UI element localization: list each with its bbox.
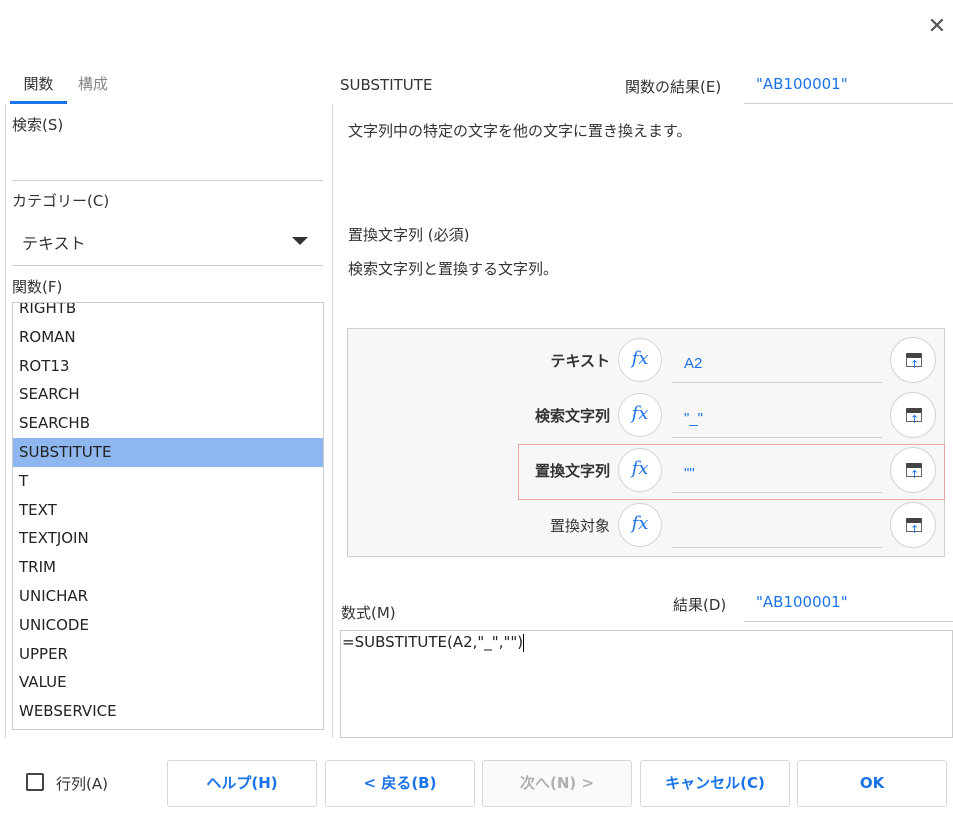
result-label: 結果(D) — [673, 596, 727, 614]
function-list-item[interactable]: SEARCH — [13, 380, 323, 409]
help-button[interactable]: ヘルプ(H) — [167, 760, 317, 807]
ok-button[interactable]: OK — [797, 760, 947, 807]
fx-icon: fx — [631, 513, 649, 534]
function-list-item[interactable]: ROMAN — [13, 323, 323, 352]
up-arrow-icon: ↑ — [910, 358, 920, 371]
formula-text: =SUBSTITUTE(A2,"_","") — [342, 633, 524, 651]
function-list-item[interactable]: UPPER — [13, 640, 323, 669]
argument-label: 置換対象 — [549, 517, 610, 535]
category-dropdown[interactable]: テキスト — [12, 220, 323, 266]
tab-functions[interactable]: 関数 — [10, 72, 67, 104]
function-wizard-button[interactable]: fx — [618, 503, 662, 547]
array-checkbox[interactable] — [26, 773, 44, 791]
tab-structure[interactable]: 構成 — [78, 72, 108, 104]
function-name: SUBSTITUTE — [340, 76, 433, 94]
argument-input[interactable] — [672, 455, 882, 493]
argument-input[interactable] — [672, 510, 882, 548]
result-value: "AB100001" — [744, 584, 953, 622]
shrink-dialog-button[interactable]: ↑ — [890, 392, 936, 438]
shrink-dialog-button[interactable]: ↑ — [890, 447, 936, 493]
function-list-item[interactable]: SEARCHB — [13, 409, 323, 438]
formula-label: 数式(M) — [341, 604, 396, 622]
function-result-value: "AB100001" — [744, 66, 953, 104]
shrink-dialog-button[interactable]: ↑ — [890, 502, 936, 548]
function-wizard-button[interactable]: fx — [618, 393, 662, 437]
function-list-item[interactable]: T — [13, 467, 323, 496]
parameter-description: 検索文字列と置換する文字列。 — [348, 260, 559, 278]
next-button[interactable]: 次へ(N) > — [482, 760, 632, 807]
parameter-name: 置換文字列 (必須) — [348, 226, 470, 244]
function-list-item[interactable]: RIGHTB — [13, 303, 323, 323]
function-wizard-button[interactable]: fx — [618, 338, 662, 382]
fx-icon: fx — [631, 348, 649, 369]
text-caret — [523, 633, 525, 652]
function-description: 文字列中の特定の文字を他の文字に置き換えます。 — [348, 122, 692, 140]
function-wizard-button[interactable]: fx — [618, 448, 662, 492]
formula-textarea[interactable]: =SUBSTITUTE(A2,"_","") — [340, 630, 953, 738]
function-list-item[interactable]: TRIM — [13, 553, 323, 582]
argument-label: 検索文字列 — [534, 407, 610, 425]
shrink-dialog-button[interactable]: ↑ — [890, 337, 936, 383]
function-result-label: 関数の結果(E) — [625, 78, 722, 96]
array-label: 行列(A) — [56, 775, 108, 793]
fx-icon: fx — [631, 403, 649, 424]
search-input[interactable] — [12, 142, 323, 181]
argument-input[interactable] — [672, 400, 882, 438]
argument-label: 置換文字列 — [534, 462, 610, 480]
category-value: テキスト — [22, 234, 86, 253]
function-list-item[interactable]: WEBSERVICE — [13, 697, 323, 726]
argument-input[interactable] — [672, 345, 882, 383]
function-list-item[interactable]: TEXT — [13, 496, 323, 525]
up-arrow-icon: ↑ — [910, 523, 920, 536]
category-label: カテゴリー(C) — [12, 192, 110, 210]
up-arrow-icon: ↑ — [910, 413, 920, 426]
function-list-item[interactable]: ROT13 — [13, 352, 323, 381]
function-list-item[interactable]: SUBSTITUTE — [13, 437, 323, 467]
cancel-button[interactable]: キャンセル(C) — [640, 760, 790, 807]
argument-label: テキスト — [550, 352, 610, 370]
functions-label: 関数(F) — [12, 278, 63, 296]
function-list-item[interactable]: TEXTJOIN — [13, 524, 323, 553]
function-list-item[interactable]: VALUE — [13, 668, 323, 697]
fx-icon: fx — [631, 458, 649, 479]
back-button[interactable]: < 戻る(B) — [325, 760, 475, 807]
close-icon[interactable]: ✕ — [925, 14, 949, 40]
function-list[interactable]: RIGHTB ROMAN ROT13 SEARCH SEARCHB SUBSTITUTE T… — [12, 302, 324, 730]
search-label: 検索(S) — [12, 116, 64, 134]
function-list-item[interactable]: UNICHAR — [13, 582, 323, 611]
dropdown-arrow-icon — [292, 237, 308, 245]
function-list-item[interactable]: UNICODE — [13, 611, 323, 640]
up-arrow-icon: ↑ — [910, 468, 920, 481]
